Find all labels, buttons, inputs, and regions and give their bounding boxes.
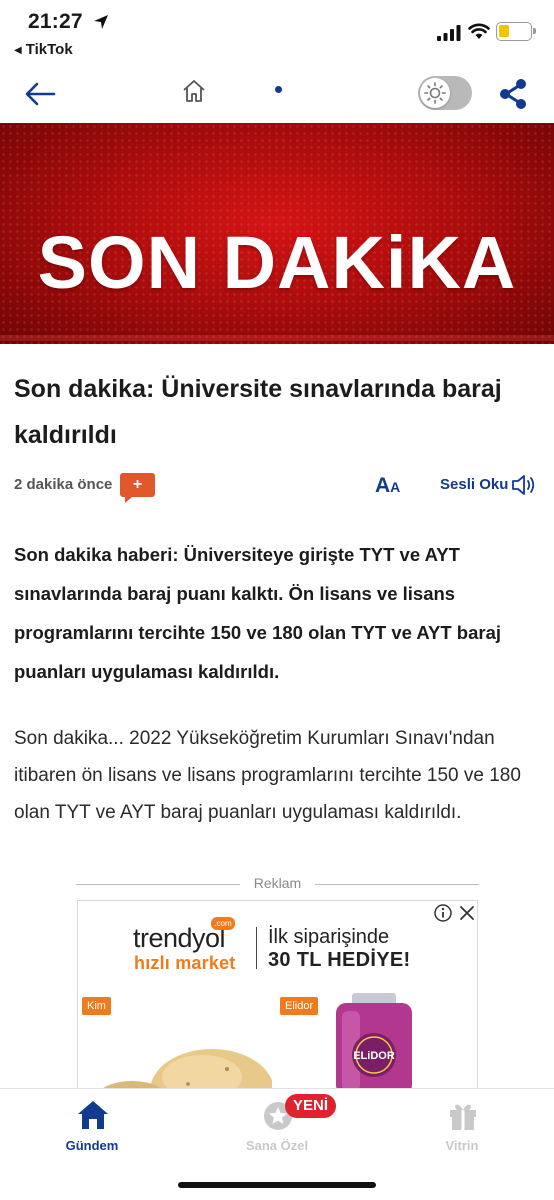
tab-label: Gündem: [65, 1138, 119, 1153]
shampoo-bottle-image: ELiDOR: [336, 993, 412, 1090]
info-icon[interactable]: [433, 903, 453, 923]
ad-tag-right: Elidor: [280, 997, 319, 1015]
ad-brand-sub: hızlı market: [134, 953, 236, 973]
back-app-label: TikTok: [25, 41, 73, 58]
app-toolbar: [0, 66, 554, 123]
status-bar: 21:27 ◀ TikTok: [0, 0, 554, 66]
ad-label-row: Reklam: [76, 875, 479, 895]
home-icon[interactable]: [181, 78, 207, 104]
brightness-icon: [424, 82, 446, 104]
tab-gundem[interactable]: Gündem: [0, 1089, 184, 1169]
close-icon[interactable]: [457, 903, 477, 923]
ad-label: Reklam: [253, 875, 302, 891]
back-to-app-link[interactable]: ◀ TikTok: [14, 41, 73, 58]
svg-text:ELiDOR: ELiDOR: [353, 1050, 395, 1062]
new-badge: YENİ: [285, 1094, 337, 1118]
breaking-news-banner: SON DAKiKA: [0, 123, 554, 344]
font-size-button[interactable]: AA: [375, 474, 400, 498]
dark-mode-toggle[interactable]: [418, 76, 472, 110]
tab-vitrin[interactable]: Vitrin: [370, 1089, 554, 1169]
tab-sana-ozel[interactable]: Sana Özel: [185, 1089, 369, 1169]
ad-brand-sup: .com: [211, 917, 235, 930]
location-arrow-icon: [94, 15, 108, 29]
tab-label: Vitrin: [445, 1138, 479, 1153]
ad-offer-line1: İlk siparişinde: [268, 926, 390, 948]
speaker-icon[interactable]: [511, 473, 537, 497]
gift-icon: [450, 1104, 476, 1130]
ad-tag-left: Kim: [82, 997, 111, 1015]
article-body: Son dakika... 2022 Yükseköğretim Kurumla…: [14, 728, 521, 823]
status-time: 21:27: [28, 10, 83, 33]
battery-icon: [496, 22, 536, 41]
advertisement[interactable]: trendyol .com hızlı market İlk siparişin…: [77, 900, 478, 1090]
tab-label: Sana Özel: [245, 1138, 309, 1153]
article-time: 2 dakika önce: [14, 476, 113, 493]
back-arrow-icon[interactable]: [24, 80, 56, 108]
article-lead: Son dakika haberi: Üniversiteye girişte …: [14, 544, 502, 682]
wifi-icon: [468, 23, 490, 39]
share-icon[interactable]: [497, 78, 529, 110]
listen-button[interactable]: Sesli Oku: [440, 476, 508, 493]
banner-title: SON DAKiKA: [37, 221, 517, 304]
ad-offer-line2: 30 TL HEDİYE!: [268, 949, 411, 971]
cellular-signal-icon: [437, 25, 461, 41]
article-headline: Son dakika: Üniversite sınavlarında bara…: [14, 375, 502, 449]
home-indicator: [178, 1182, 376, 1188]
back-triangle-icon: ◀: [14, 45, 22, 56]
potato-image: [100, 1049, 272, 1090]
page-indicator-dot: [275, 86, 282, 93]
add-button[interactable]: +: [120, 473, 155, 503]
home-icon: [78, 1101, 108, 1129]
